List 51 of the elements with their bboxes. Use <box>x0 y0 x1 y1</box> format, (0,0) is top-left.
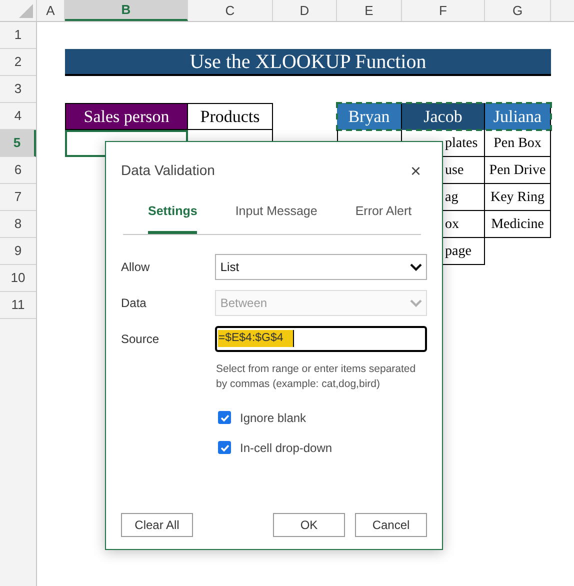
header-cell: Juliana <box>485 103 551 130</box>
checkbox[interactable] <box>218 441 231 454</box>
table-cell-text: Key Ring <box>490 188 545 206</box>
row-header[interactable]: 10 <box>0 265 36 292</box>
table-cell-text: ag <box>445 188 458 206</box>
close-button[interactable]: × <box>410 162 427 180</box>
checkbox-label: Ignore blank <box>240 410 306 427</box>
header-cell: Sales person <box>65 103 188 130</box>
row-header[interactable]: 9 <box>0 238 36 265</box>
row-header[interactable]: 6 <box>0 157 36 184</box>
table-cell-text: page <box>445 242 472 260</box>
column-header[interactable]: B <box>65 0 188 21</box>
checkbox-label: In-cell drop-down <box>240 440 332 457</box>
dropdown-field[interactable]: List <box>215 254 427 280</box>
table-cell-text: use <box>445 162 464 180</box>
dialog-tab[interactable]: Error Alert <box>355 202 412 234</box>
column-header[interactable]: G <box>485 0 551 21</box>
row-header[interactable]: 5 <box>0 130 36 157</box>
table-cell-text: ox <box>445 216 459 234</box>
column-header[interactable]: E <box>337 0 402 21</box>
dialog-tab[interactable]: Settings <box>148 202 198 234</box>
field-label: Data <box>121 294 148 312</box>
column-header[interactable]: C <box>188 0 273 21</box>
header-cell: Products <box>188 103 273 130</box>
dialog-tab[interactable]: Input Message <box>235 202 318 234</box>
sheet-title: Use the XLOOKUP Function <box>65 49 551 76</box>
table-cell-text: Medicine <box>491 216 544 234</box>
table-cell-text: Pen Drive <box>489 162 546 180</box>
column-header[interactable]: F <box>402 0 485 21</box>
help-text: Select from range or enter items separated by commas (example: cat,dog,bird) <box>216 362 417 392</box>
row-header[interactable]: 2 <box>0 49 36 76</box>
column-header[interactable]: D <box>273 0 337 21</box>
source-field[interactable]: =$E$4:$G$4 <box>215 326 427 352</box>
row-header[interactable]: 11 <box>0 292 36 319</box>
dialog-button[interactable]: Clear All <box>121 513 193 537</box>
chevron-down-icon <box>410 298 422 307</box>
field-label: Source <box>121 330 160 348</box>
dialog-title: Data Validation <box>121 161 215 180</box>
dialog-button[interactable]: OK <box>273 513 345 537</box>
checkbox[interactable] <box>218 411 231 424</box>
table-cell-text: Pen Box <box>494 134 542 152</box>
chevron-down-icon <box>410 262 422 271</box>
row-header[interactable]: 1 <box>0 22 36 49</box>
header-cell: Bryan <box>337 103 402 130</box>
row-header[interactable]: 3 <box>0 76 36 103</box>
header-cell: Jacob <box>402 103 485 130</box>
row-header[interactable]: 7 <box>0 184 36 211</box>
field-label: Allow <box>121 258 151 276</box>
table-cell-text: plates <box>445 134 478 152</box>
row-header[interactable]: 8 <box>0 211 36 238</box>
dialog-button[interactable]: Cancel <box>355 513 427 537</box>
